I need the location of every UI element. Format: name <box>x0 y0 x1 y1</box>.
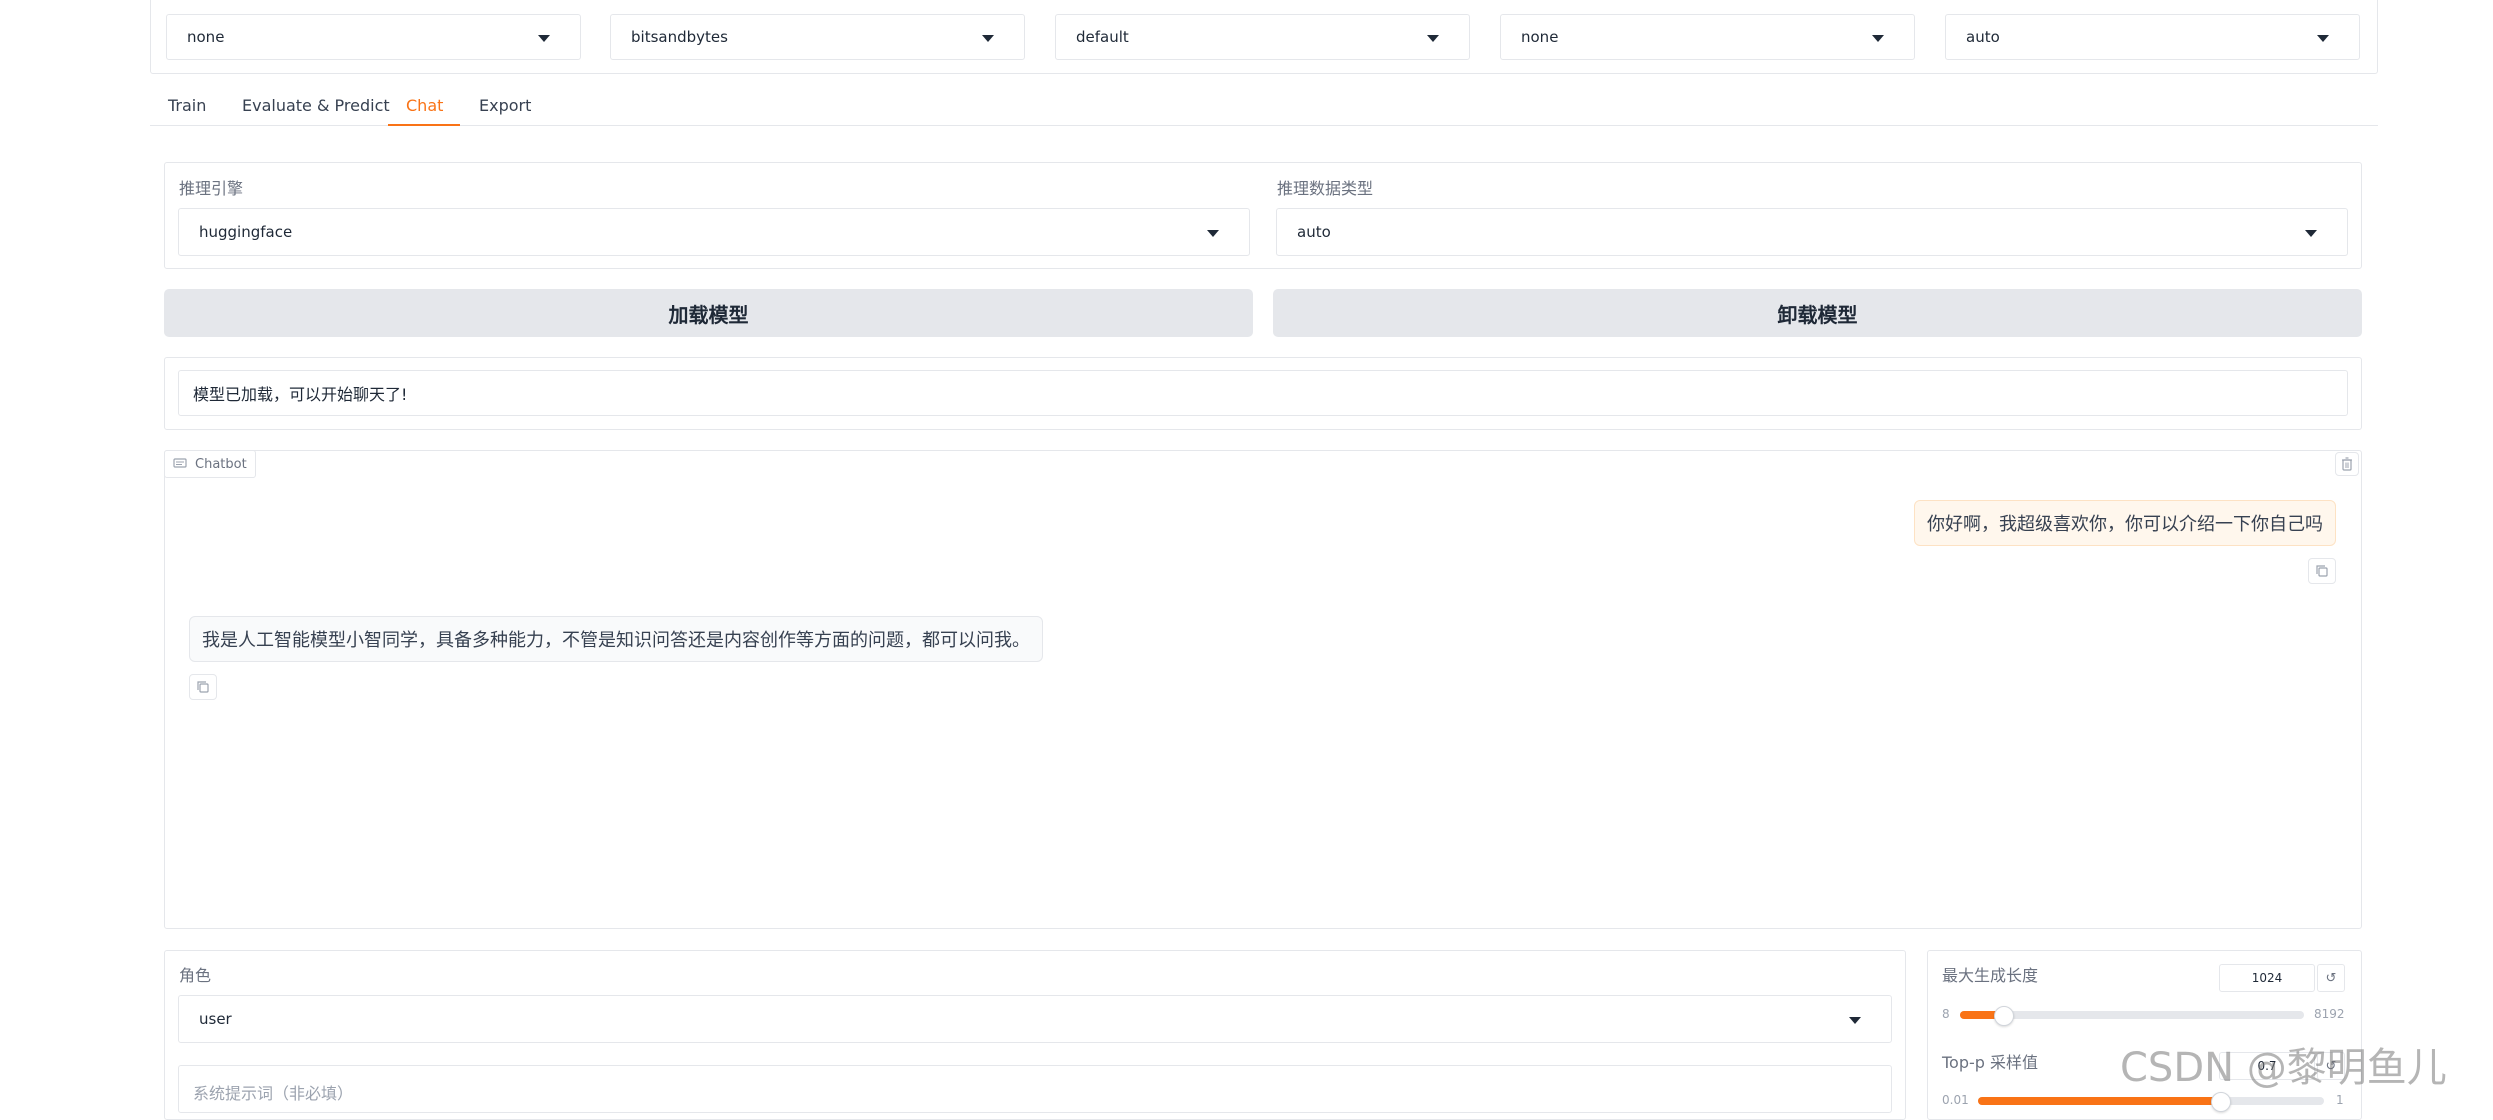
watermark: CSDN @黎明鱼儿 <box>2120 1045 2447 1091</box>
quantization-dropdown[interactable]: none <box>166 14 581 60</box>
status-textbox[interactable]: 模型已加载，可以开始聊天了! <box>178 370 2348 416</box>
top-p-slider[interactable] <box>1978 1092 2324 1112</box>
caret-down-icon <box>1872 35 1884 42</box>
quantization-method-dropdown[interactable]: bitsandbytes <box>610 14 1025 60</box>
dropdown-value: bitsandbytes <box>631 28 728 46</box>
dropdown-value: huggingface <box>199 223 293 241</box>
copy-user-message-button[interactable] <box>2308 558 2336 584</box>
caret-down-icon <box>2305 230 2317 237</box>
infer-backend-label: 推理引擎 <box>179 179 244 198</box>
caret-down-icon <box>1207 230 1219 237</box>
dropdown-value: auto <box>1966 28 2000 46</box>
top-p-slider-fill <box>1978 1097 2221 1105</box>
template-dropdown[interactable]: default <box>1055 14 1470 60</box>
max-length-label: 最大生成长度 <box>1942 966 2039 985</box>
top-p-min: 0.01 <box>1942 1093 1969 1107</box>
caret-down-icon <box>1849 1017 1861 1024</box>
max-length-number-input[interactable]: 1024 <box>2219 964 2315 992</box>
tab-evaluate-predict[interactable]: Evaluate & Predict <box>242 96 390 115</box>
tab-train[interactable]: Train <box>168 96 206 115</box>
chatbot-label: Chatbot <box>195 456 247 472</box>
chat-icon <box>173 458 187 468</box>
chatbot-label-badge: Chatbot <box>164 450 256 478</box>
dropdown-value: none <box>187 28 225 46</box>
load-model-button[interactable]: 加载模型 <box>164 289 1253 337</box>
copy-icon <box>2316 565 2328 577</box>
tab-chat-underline <box>388 124 460 126</box>
clear-chat-button[interactable] <box>2335 452 2359 476</box>
dropdown-value: auto <box>1297 223 1331 241</box>
tab-chat[interactable]: Chat <box>406 96 443 115</box>
infer-dtype-label: 推理数据类型 <box>1277 179 1374 198</box>
caret-down-icon <box>538 35 550 42</box>
caret-down-icon <box>1427 35 1439 42</box>
rope-scaling-dropdown[interactable]: none <box>1500 14 1915 60</box>
unload-model-button[interactable]: 卸载模型 <box>1273 289 2362 337</box>
role-dropdown[interactable]: user <box>178 995 1892 1043</box>
dropdown-value: none <box>1521 28 1559 46</box>
copy-icon <box>197 681 209 693</box>
user-message-text: 你好啊，我超级喜欢你，你可以介绍一下你自己吗 <box>1927 514 2323 535</box>
max-length-max: 8192 <box>2314 1007 2345 1021</box>
role-label: 角色 <box>179 966 212 985</box>
max-length-slider[interactable] <box>1960 1006 2304 1026</box>
top-p-max: 1 <box>2336 1093 2344 1107</box>
max-length-min: 8 <box>1942 1007 1950 1021</box>
reset-icon: ↺ <box>2325 970 2337 986</box>
infer-dtype-dropdown[interactable]: auto <box>1276 208 2348 256</box>
booster-dropdown[interactable]: auto <box>1945 14 2360 60</box>
dropdown-value: default <box>1076 28 1129 46</box>
max-length-reset-button[interactable]: ↺ <box>2317 964 2345 992</box>
top-p-label: Top-p 采样值 <box>1942 1053 2039 1072</box>
bot-message: 我是人工智能模型小智同学，具备多种能力，不管是知识问答还是内容创作等方面的问题，… <box>189 616 1043 662</box>
max-length-value: 1024 <box>2251 971 2283 985</box>
caret-down-icon <box>982 35 994 42</box>
dropdown-value: user <box>199 1010 232 1028</box>
bot-message-text: 我是人工智能模型小智同学，具备多种能力，不管是知识问答还是内容创作等方面的问题，… <box>202 630 1030 651</box>
status-message: 模型已加载，可以开始聊天了! <box>193 385 408 404</box>
copy-bot-message-button[interactable] <box>189 674 217 700</box>
max-length-slider-thumb[interactable] <box>1994 1006 2014 1026</box>
system-prompt-placeholder: 系统提示词（非必填） <box>193 1084 354 1103</box>
tab-export[interactable]: Export <box>479 96 531 115</box>
infer-backend-dropdown[interactable]: huggingface <box>178 208 1250 256</box>
caret-down-icon <box>2317 35 2329 42</box>
trash-icon <box>2342 457 2352 471</box>
user-message: 你好啊，我超级喜欢你，你可以介绍一下你自己吗 <box>1914 500 2336 546</box>
